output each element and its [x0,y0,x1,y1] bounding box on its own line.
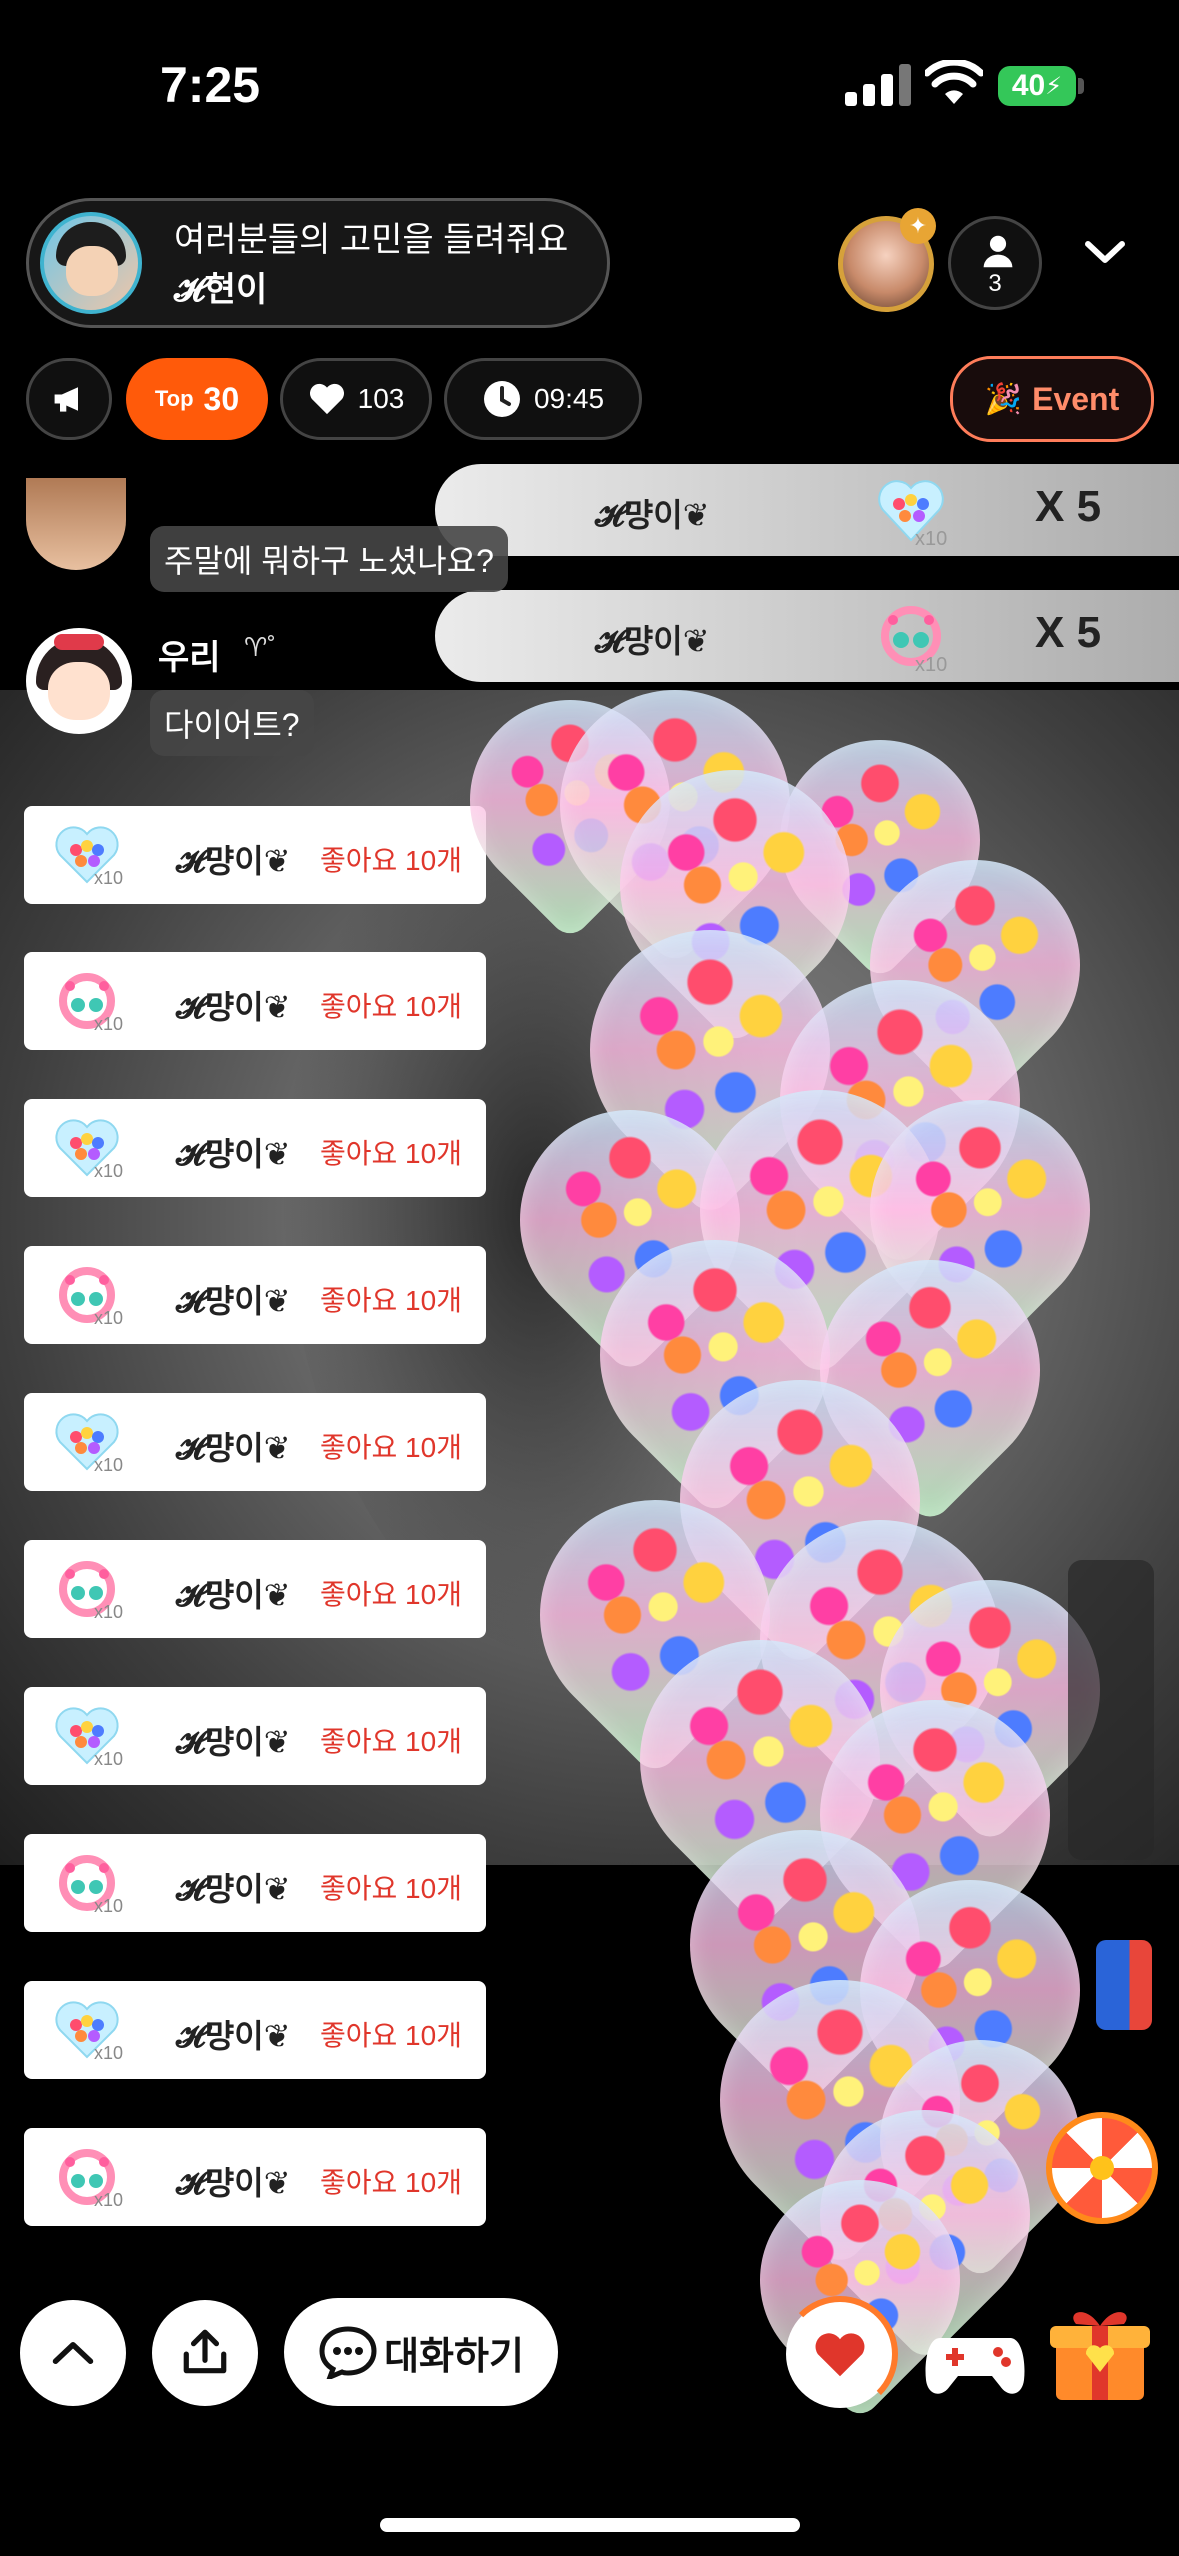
top-rank-badge[interactable]: Top 30 [126,358,268,440]
announcement-button[interactable] [26,358,112,440]
like-amount: 좋아요 10개 [320,1432,462,1463]
host-name: 𝓗현이 [174,271,268,309]
speech-bubble-icon [319,2326,377,2379]
chat-user-badge: ♈︎˚ [244,632,276,662]
like-sender: 𝓗먕이❦ [176,1136,291,1172]
chat-username: 우리 [158,639,221,677]
timer-value: 09:45 [533,383,605,414]
status-time: 7:25 [160,57,261,113]
signal-icon [845,62,915,106]
gift-sender: 𝓗먕이❦ [595,623,710,659]
gift-badge: x10 [94,1602,124,1622]
gift-badge: x10 [94,1896,124,1916]
like-sender: 𝓗먕이❦ [176,1283,291,1319]
game-controller-icon[interactable] [922,2318,1028,2402]
like-amount: 좋아요 10개 [320,1873,462,1904]
like-amount: 좋아요 10개 [320,1138,462,1169]
gift-badge: x10 [94,868,124,888]
like-notification-card: x10 𝓗먕이❦ 좋아요 10개 [24,952,486,1050]
chat-button[interactable]: 대화하기 [284,2298,558,2406]
event-label: Event [1032,380,1120,417]
battery-tip [1078,78,1084,94]
megaphone-icon [54,387,78,412]
like-sender: 𝓗먕이❦ [176,2165,291,2201]
like-notification-card: x10 𝓗먕이❦ 좋아요 10개 [24,806,486,904]
like-amount: 좋아요 10개 [320,1579,462,1610]
like-sender: 𝓗먕이❦ [176,1430,291,1466]
mailbox-icon[interactable] [1096,1940,1152,2030]
like-notification-card: x10 𝓗먕이❦ 좋아요 10개 [24,1246,486,1344]
clock-icon [483,381,520,417]
like-amount: 좋아요 10개 [320,2167,462,2198]
like-notification-card: x10 𝓗먕이❦ 좋아요 10개 [24,1393,486,1491]
share-icon [183,2329,227,2374]
gift-multiplier: X 5 [1035,608,1102,657]
battery-level: 40 [1011,69,1046,102]
wifi-icon [925,60,983,104]
chevron-down-icon[interactable] [1082,232,1128,272]
gift-badge: x10 [94,1749,124,1769]
chat-message: 다이어트? [150,690,314,756]
side-panel-tab[interactable] [1068,1560,1154,1860]
gift-badge: x10 [94,1161,124,1181]
like-amount: 좋아요 10개 [320,845,462,876]
like-amount: 좋아요 10개 [320,1285,462,1316]
like-amount: 좋아요 10개 [320,1726,462,1757]
likes-counter[interactable]: 103 [280,358,432,440]
chat-user-avatar[interactable] [26,628,132,734]
top-rank-value: 30 [203,380,240,417]
top-label: Top [154,386,194,411]
scroll-up-button[interactable] [20,2300,126,2406]
gift-badge: x10 [94,2043,124,2063]
host-avatar[interactable] [40,212,142,314]
likes-value: 103 [357,383,405,414]
gift-badge: x10 [94,2190,124,2210]
like-sender: 𝓗먕이❦ [176,1871,291,1907]
gift-badge: x10 [94,1455,124,1475]
chevron-up-icon [52,2341,94,2365]
share-button[interactable] [152,2300,258,2406]
gift-box-icon[interactable] [1046,2294,1154,2406]
like-sender: 𝓗먕이❦ [176,2018,291,2054]
gift-multiplier: X 5 [1035,482,1102,531]
home-indicator [380,2518,800,2532]
gift-badge: x10 [915,528,948,550]
like-sender: 𝓗먕이❦ [176,843,291,879]
gift-sender: 𝓗먕이❦ [595,497,710,533]
chat-button-label: 대화하기 [384,2335,524,2378]
event-button[interactable]: 🎉 Event [950,356,1154,442]
person-icon [983,235,1013,268]
like-notification-card: x10 𝓗먕이❦ 좋아요 10개 [24,1099,486,1197]
like-progress-ring [782,2296,898,2412]
like-amount: 좋아요 10개 [320,991,462,1022]
charging-icon: ⚡ [1045,72,1063,100]
gift-banner: 𝓗먕이❦ x10 X 5 [435,590,1179,682]
like-sender: 𝓗먕이❦ [176,989,291,1025]
roulette-star-icon [1090,2156,1114,2180]
room-title: 여러분들의 고민을 들려줘요 [174,221,569,259]
like-sender: 𝓗먕이❦ [176,1724,291,1760]
like-notification-card: x10 𝓗먕이❦ 좋아요 10개 [24,1540,486,1638]
gift-badge: x10 [94,1308,124,1328]
like-amount: 좋아요 10개 [320,2020,462,2051]
battery-indicator: 40 ⚡ [998,66,1076,106]
like-notification-card: x10 𝓗먕이❦ 좋아요 10개 [24,1834,486,1932]
gift-badge: x10 [915,654,948,676]
like-notification-card: x10 𝓗먕이❦ 좋아요 10개 [24,1687,486,1785]
heart-icon [309,383,344,415]
viewer-count: 3 [988,270,1002,297]
broadcast-timer[interactable]: 09:45 [444,358,642,440]
crown-badge-icon: ✦ [900,208,936,244]
chat-message: 주말에 뭐하구 노셨나요? [150,526,508,592]
like-notification-card: x10 𝓗먕이❦ 좋아요 10개 [24,2128,486,2226]
like-sender: 𝓗먕이❦ [176,1577,291,1613]
like-notification-card: x10 𝓗먕이❦ 좋아요 10개 [24,1981,486,2079]
gift-badge: x10 [94,1014,124,1034]
gift-banner: 𝓗먕이❦ x10 X 5 [435,464,1179,556]
chat-user-avatar[interactable] [26,478,126,570]
party-popper-icon: 🎉 [984,382,1023,416]
